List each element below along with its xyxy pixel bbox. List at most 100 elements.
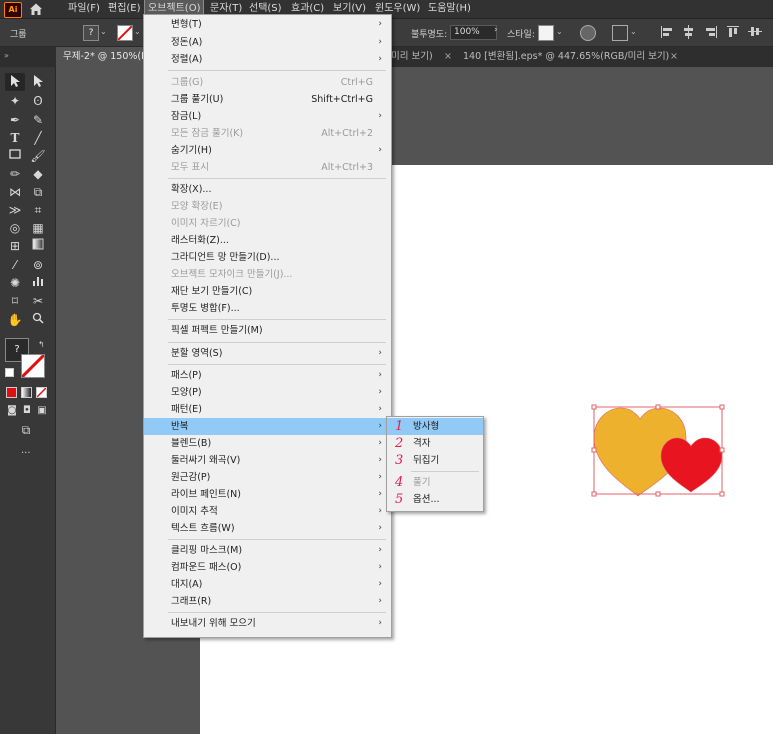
align-top-icon[interactable] xyxy=(726,25,740,39)
opacity-input[interactable]: 100% xyxy=(450,25,497,40)
menu-item-object-mosaic[interactable]: 오브젝트 모자이크 만들기(J)... xyxy=(144,266,391,283)
swap-fill-stroke-icon[interactable]: ↰ xyxy=(38,340,45,349)
menu-item-clipping-mask[interactable]: 클리핑 마스크(M) › xyxy=(144,542,391,559)
curvature-tool-icon[interactable]: ✎ xyxy=(29,112,47,128)
menu-item-trim-marks[interactable]: 재단 보기 만들기(C) xyxy=(144,283,391,300)
menu-item-compound-path[interactable]: 컴파운드 패스(O) › xyxy=(144,559,391,576)
menu-item-ungroup[interactable]: 그룹 풀기(U) Shift+Ctrl+G xyxy=(144,91,391,108)
style-swatch[interactable] xyxy=(538,25,554,41)
menu-item-rasterize[interactable]: 래스터화(Z)... xyxy=(144,232,391,249)
menu-item-hide[interactable]: 숨기기(H) › xyxy=(144,142,391,159)
menu-item-shape[interactable]: 모양(P) › xyxy=(144,384,391,401)
chevron-down-icon[interactable]: ⌄ xyxy=(556,27,563,36)
close-icon[interactable]: × xyxy=(444,47,452,67)
hand-tool-icon[interactable]: ✋ xyxy=(6,312,24,328)
menu-item-text-wrap[interactable]: 텍스트 흐름(W) › xyxy=(144,520,391,537)
rectangle-tool-icon[interactable] xyxy=(6,148,24,164)
hearts-artwork-group[interactable] xyxy=(589,402,729,498)
chevron-down-icon[interactable]: ⌄ xyxy=(134,27,141,36)
lasso-tool-icon[interactable]: ʘ xyxy=(29,93,47,109)
screen-mode-icon[interactable]: ⧉ xyxy=(17,422,35,438)
menu-item-image-trace[interactable]: 이미지 추적 › xyxy=(144,503,391,520)
menu-item-flatten-transparency[interactable]: 투명도 병합(F)... xyxy=(144,300,391,317)
menu-item-unlock-all[interactable]: 모든 잠금 풀기(K) Alt+Ctrl+2 xyxy=(144,125,391,142)
submenu-item-grid[interactable]: 2 격자 xyxy=(387,435,483,452)
recolor-icon[interactable] xyxy=(580,25,596,41)
menu-item-perspective[interactable]: 원근감(P) › xyxy=(144,469,391,486)
collapse-panel-icon[interactable]: » xyxy=(4,51,9,60)
submenu-item-mirror[interactable]: 3 뒤집기 xyxy=(387,452,483,469)
menu-item-lock[interactable]: 잠금(L) › xyxy=(144,108,391,125)
align-center-icon[interactable] xyxy=(682,25,696,39)
tab-document-3[interactable]: 140 [변환됨].eps* @ 447.65%(RGB/미리 보기) xyxy=(463,47,669,67)
type-tool-icon[interactable]: T xyxy=(6,130,24,146)
align-middle-icon[interactable] xyxy=(748,25,762,39)
direct-selection-tool-icon[interactable] xyxy=(29,74,47,90)
menu-item-gradient-mesh[interactable]: 그라디언트 망 만들기(D)... xyxy=(144,249,391,266)
menu-item-transform[interactable]: 변형(T) › xyxy=(144,16,391,33)
symbol-sprayer-tool-icon[interactable]: ✺ xyxy=(6,275,24,291)
default-colors-icon[interactable] xyxy=(5,368,14,377)
menu-item-slice[interactable]: 분할 영역(S) › xyxy=(144,345,391,362)
stroke-swatch[interactable] xyxy=(20,353,46,379)
menu-item-crop-image[interactable]: 이미지 자르기(C) xyxy=(144,215,391,232)
blend-tool-icon[interactable]: ⊚ xyxy=(29,257,47,273)
draw-inside-icon[interactable]: ▣ xyxy=(33,403,51,419)
tab-document-2[interactable]: 미리 보기) xyxy=(391,47,433,67)
menu-item-group[interactable]: 그룹(G) Ctrl+G xyxy=(144,74,391,91)
fill-swatch[interactable]: ? xyxy=(83,25,99,41)
menu-edit[interactable]: 편집(E) xyxy=(105,0,144,18)
menu-item-pattern[interactable]: 패턴(E) › xyxy=(144,401,391,418)
none-mode-icon[interactable] xyxy=(36,387,47,398)
fill-stroke-widget[interactable]: ? ↰ xyxy=(5,338,46,379)
menu-item-blend[interactable]: 블렌드(B) › xyxy=(144,435,391,452)
menu-item-align[interactable]: 정렬(A) › xyxy=(144,51,391,68)
submenu-item-options[interactable]: 5 옵션... xyxy=(387,491,483,508)
submenu-item-radial[interactable]: 1 방사형 xyxy=(387,418,483,435)
perspective-grid-tool-icon[interactable]: ▦ xyxy=(29,220,47,236)
menu-item-collect-for-export[interactable]: 내보내기 위해 모으기 › xyxy=(144,615,391,632)
menu-file[interactable]: 파일(F) xyxy=(65,0,103,18)
graph-tool-icon[interactable] xyxy=(29,275,47,291)
paintbrush-tool-icon[interactable]: 🖌 xyxy=(29,148,47,164)
menu-item-live-paint[interactable]: 라이브 페인트(N) › xyxy=(144,486,391,503)
app-logo[interactable]: Ai xyxy=(4,2,22,18)
pencil-tool-icon[interactable]: ✏ xyxy=(6,166,24,182)
free-transform-tool-icon[interactable]: ⌗ xyxy=(29,202,47,218)
slice-tool-icon[interactable]: ✂ xyxy=(29,293,47,309)
menu-item-pixel-perfect[interactable]: 픽셀 퍼펙트 만들기(M) xyxy=(144,322,391,339)
menu-item-repeat[interactable]: 반복 › xyxy=(144,418,391,435)
eraser-tool-icon[interactable]: ◆ xyxy=(29,166,47,182)
gradient-mode-icon[interactable] xyxy=(21,387,32,398)
scale-tool-icon[interactable]: ⧉ xyxy=(29,184,47,200)
chevron-down-icon[interactable]: ⌄ xyxy=(630,27,637,36)
menu-item-arrange[interactable]: 정돈(A) › xyxy=(144,34,391,51)
magic-wand-tool-icon[interactable]: ✦ xyxy=(6,93,24,109)
menu-item-graph[interactable]: 그래프(R) › xyxy=(144,593,391,610)
stroke-swatch[interactable] xyxy=(117,25,133,41)
rotate-tool-icon[interactable]: ⋈ xyxy=(6,184,24,200)
color-mode-icon[interactable] xyxy=(6,387,17,398)
eyedropper-tool-icon[interactable]: ⁄ xyxy=(6,257,24,273)
line-tool-icon[interactable]: ╱ xyxy=(29,130,47,146)
home-icon[interactable] xyxy=(28,1,44,17)
zoom-tool-icon[interactable] xyxy=(29,312,47,328)
menu-item-envelope-distort[interactable]: 둘러싸기 왜곡(V) › xyxy=(144,452,391,469)
width-tool-icon[interactable]: ≫ xyxy=(6,202,24,218)
menu-help[interactable]: 도움말(H) xyxy=(425,0,474,18)
shape-builder-tool-icon[interactable]: ◎ xyxy=(6,220,24,236)
selection-tool-icon[interactable] xyxy=(6,74,24,90)
menu-item-artboards[interactable]: 대지(A) › xyxy=(144,576,391,593)
menu-item-show-all[interactable]: 모두 표시 Alt+Ctrl+3 xyxy=(144,159,391,176)
pen-tool-icon[interactable]: ✒ xyxy=(6,112,24,128)
menu-item-expand[interactable]: 확장(X)... xyxy=(144,181,391,198)
chevron-down-icon[interactable]: ⌄ xyxy=(100,27,107,36)
menu-item-expand-appearance[interactable]: 모양 확장(E) xyxy=(144,198,391,215)
edit-toolbar-button[interactable]: ... xyxy=(21,445,31,456)
align-to-icon[interactable] xyxy=(612,25,628,41)
close-icon[interactable]: × xyxy=(670,47,678,67)
mesh-tool-icon[interactable]: ⊞ xyxy=(6,238,24,254)
menu-item-path[interactable]: 패스(P) › xyxy=(144,367,391,384)
chevron-right-icon[interactable]: › xyxy=(494,25,498,35)
submenu-item-release[interactable]: 4 풀기 xyxy=(387,474,483,491)
